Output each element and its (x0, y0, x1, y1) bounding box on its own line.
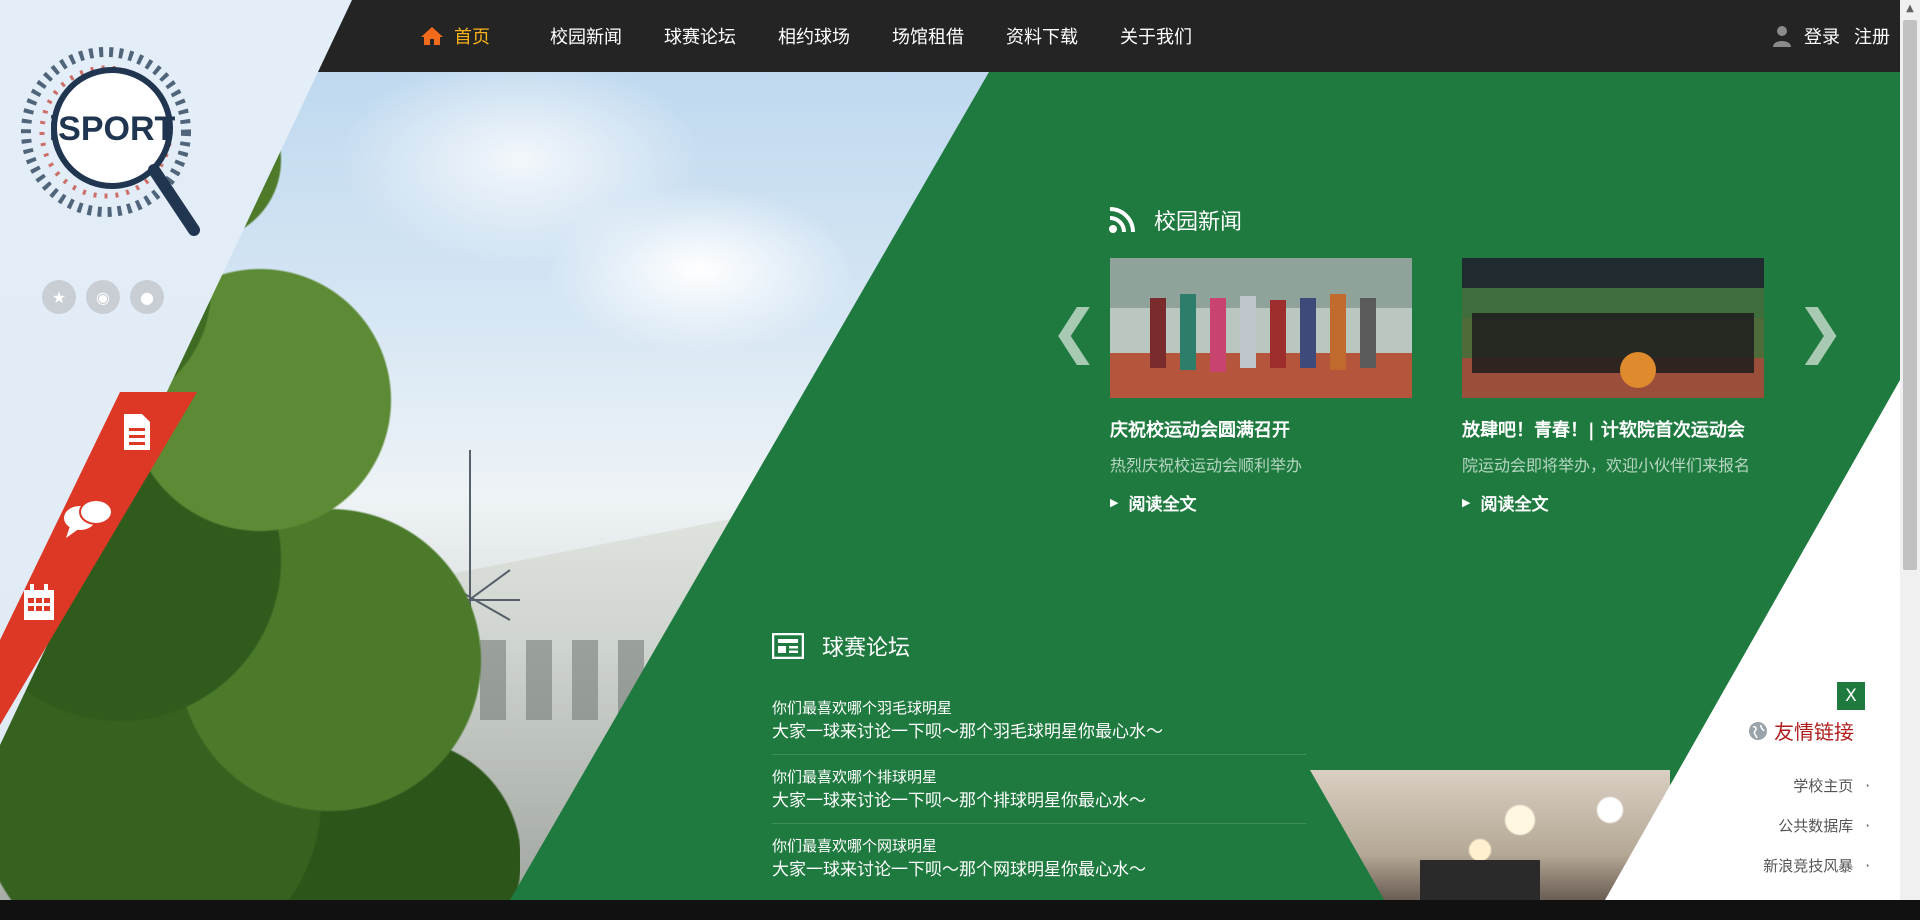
forum-question: 你们最喜欢哪个网球明星 (772, 837, 938, 855)
nav-about[interactable]: 关于我们 (1120, 23, 1192, 49)
auth-area: 登录 注册 (1772, 0, 1890, 72)
news-title[interactable]: 庆祝校运动会圆满召开 (1110, 418, 1412, 444)
calendar-icon[interactable] (22, 584, 56, 622)
news-photo[interactable] (1462, 258, 1764, 398)
friend-link-label: 学校主页 (1793, 777, 1854, 795)
triangle-right-icon: ▶ (1110, 496, 1119, 509)
friend-links-list: 学校主页 · 公共数据库 · 新浪竞技风暴 · (1763, 766, 1870, 886)
forum-item[interactable]: 你们最喜欢哪个羽毛球明星 大家一球来讨论一下呗～那个羽毛球明星你最心水～ (772, 698, 1306, 755)
isport-logo[interactable]: iSPORT (14, 40, 204, 240)
forum-question: 你们最喜欢哪个羽毛球明星 (772, 699, 953, 717)
forum-summary: 大家一球来讨论一下呗～那个排球明星你最心水～ (772, 791, 1146, 811)
friend-link[interactable]: 学校主页 · (1763, 766, 1870, 806)
forum-item[interactable]: 你们最喜欢哪个排球明星 大家一球来讨论一下呗～那个排球明星你最心水～ (772, 767, 1306, 824)
news-desc: 热烈庆祝校运动会顺利举办 (1110, 456, 1303, 475)
user-icon (1773, 26, 1791, 47)
rss-icon (1109, 207, 1135, 233)
forum-summary: 大家一球来讨论一下呗～那个羽毛球明星你最心水～ (772, 722, 1163, 742)
page: iSPORT ★ ◉ ● 首页 校园新闻 球赛论坛 相约球场 场馆租借 资料下载… (0, 0, 1900, 900)
forum-summary: 大家一球来讨论一下呗～那个网球明星你最心水～ (772, 860, 1146, 880)
forum-heading-text: 球赛论坛 (822, 636, 911, 661)
read-more-label: 阅读全文 (1480, 495, 1549, 515)
bottom-strip (0, 900, 1920, 920)
friend-links-close-button[interactable]: X (1836, 681, 1866, 711)
forum-question: 你们最喜欢哪个排球明星 (772, 768, 938, 786)
chat-icon[interactable] (62, 498, 114, 540)
news-title[interactable]: 放肆吧！青春！| 计软院首次运动会 (1462, 418, 1764, 444)
read-more-link[interactable]: ▶ 阅读全文 (1462, 490, 1764, 515)
news-desc: 院运动会即将举办，欢迎小伙伴们来报名 (1462, 456, 1751, 475)
register-link[interactable]: 注册 (1854, 23, 1890, 49)
home-icon (421, 27, 443, 45)
nav-home[interactable]: 首页 (420, 23, 490, 49)
nav-downloads[interactable]: 资料下载 (1006, 23, 1078, 49)
friend-links-title: 友情链接 (1748, 716, 1854, 745)
news-prev-arrow[interactable]: ❮ (1050, 302, 1099, 360)
globe-icon (1749, 721, 1767, 740)
newspaper-icon (772, 633, 804, 659)
bullet-dot: · (1865, 817, 1870, 835)
nav-court-booking[interactable]: 相约球场 (778, 23, 850, 49)
main-nav: 首页 校园新闻 球赛论坛 相约球场 场馆租借 资料下载 关于我们 (420, 0, 1234, 72)
bullet-dot: · (1865, 857, 1870, 875)
read-more-link[interactable]: ▶ 阅读全文 (1110, 490, 1412, 515)
qzone-icon[interactable]: ★ (42, 280, 76, 314)
friend-link[interactable]: 新浪竞技风暴 · (1763, 846, 1870, 886)
forum-heading: 球赛论坛 (772, 630, 910, 662)
news-next-arrow[interactable]: ❯ (1796, 302, 1845, 360)
nav-home-label: 首页 (454, 27, 490, 48)
forum-list: 你们最喜欢哪个羽毛球明星 大家一球来讨论一下呗～那个羽毛球明星你最心水～ 你们最… (772, 698, 1306, 900)
friend-links-title-text: 友情链接 (1774, 720, 1854, 744)
login-link[interactable]: 登录 (1804, 23, 1840, 49)
news-heading: 校园新闻 (1108, 204, 1242, 236)
weibo-icon[interactable]: ◉ (86, 280, 120, 314)
wechat-icon[interactable]: ● (130, 280, 164, 314)
document-icon[interactable] (122, 412, 152, 452)
news-card: 放肆吧！青春！| 计软院首次运动会 院运动会即将举办，欢迎小伙伴们来报名 ▶ 阅… (1462, 258, 1764, 515)
page-scrollbar[interactable]: ▲ (1900, 0, 1920, 900)
news-photo[interactable] (1110, 258, 1412, 398)
nav-venue-rental[interactable]: 场馆租借 (892, 23, 964, 49)
bullet-dot: · (1865, 777, 1870, 795)
forum-item[interactable]: 你们最喜欢哪个网球明星 大家一球来讨论一下呗～那个网球明星你最心水～ (772, 836, 1306, 892)
read-more-label: 阅读全文 (1128, 495, 1197, 515)
scrollbar-thumb[interactable] (1903, 20, 1917, 570)
news-card: 庆祝校运动会圆满召开 热烈庆祝校运动会顺利举办 ▶ 阅读全文 (1110, 258, 1412, 515)
triangle-right-icon: ▶ (1462, 496, 1471, 509)
nav-forum[interactable]: 球赛论坛 (664, 23, 736, 49)
scroll-up-icon[interactable]: ▲ (1900, 0, 1920, 18)
friend-link-label: 新浪竞技风暴 (1763, 857, 1854, 875)
logo-text: iSPORT (49, 110, 176, 148)
friend-link[interactable]: 公共数据库 · (1763, 806, 1870, 846)
social-links: ★ ◉ ● (42, 280, 164, 314)
friend-link-label: 公共数据库 (1778, 817, 1854, 835)
news-heading-text: 校园新闻 (1154, 210, 1243, 235)
nav-news[interactable]: 校园新闻 (550, 23, 622, 49)
